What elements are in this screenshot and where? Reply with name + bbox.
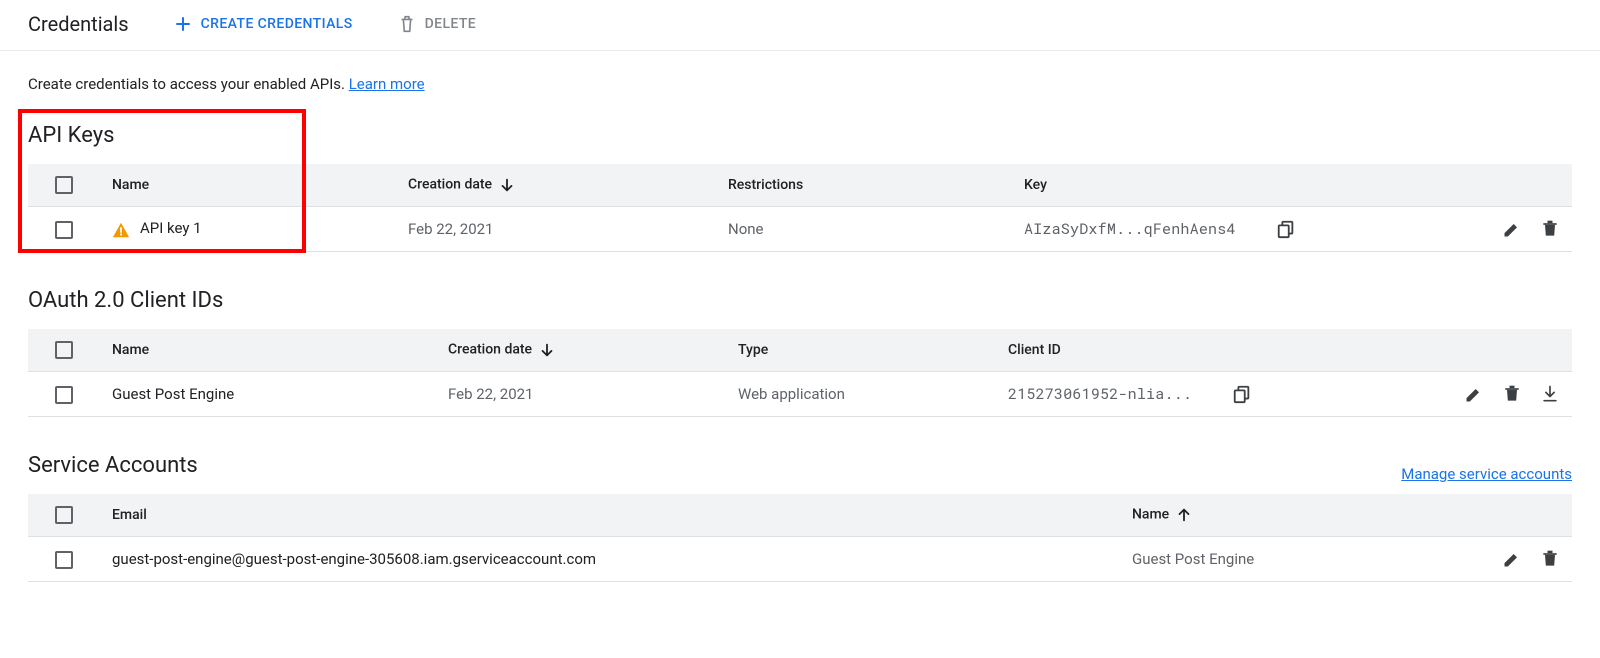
col-type[interactable]: Type bbox=[726, 329, 996, 372]
select-all-header bbox=[28, 164, 100, 207]
manage-service-accounts-link[interactable]: Manage service accounts bbox=[1401, 465, 1572, 483]
col-creation[interactable]: Creation date bbox=[396, 164, 716, 207]
intro-text: Create credentials to access your enable… bbox=[28, 75, 1572, 93]
service-account-email-cell[interactable]: guest-post-engine@guest-post-engine-3056… bbox=[100, 537, 1120, 582]
table-row: API key 1 Feb 22, 2021 None AIzaSyDxfM..… bbox=[28, 207, 1572, 252]
copy-icon[interactable] bbox=[1232, 384, 1252, 404]
trash-icon[interactable] bbox=[1540, 219, 1560, 239]
service-accounts-heading: Service Accounts bbox=[28, 453, 198, 478]
api-keys-section: API Keys Name Creation date Restrictions… bbox=[28, 123, 1572, 252]
row-checkbox[interactable] bbox=[55, 221, 73, 239]
col-creation[interactable]: Creation date bbox=[436, 329, 726, 372]
select-all-checkbox[interactable] bbox=[55, 341, 73, 359]
creation-cell: Feb 22, 2021 bbox=[396, 207, 716, 252]
content-area: Create credentials to access your enable… bbox=[0, 51, 1600, 658]
key-cell: AIzaSyDxfM...qFenhAens4 bbox=[1012, 207, 1332, 252]
page-title: Credentials bbox=[28, 12, 129, 36]
service-accounts-table: Email Name guest-post-engine@guest-post-… bbox=[28, 494, 1572, 582]
download-icon[interactable] bbox=[1540, 384, 1560, 404]
oauth-name-cell[interactable]: Guest Post Engine bbox=[100, 372, 436, 417]
trash-icon[interactable] bbox=[1502, 384, 1522, 404]
table-header-row: Email Name bbox=[28, 494, 1572, 537]
type-cell: Web application bbox=[726, 372, 996, 417]
api-keys-table: Name Creation date Restrictions Key API … bbox=[28, 164, 1572, 252]
delete-label: DELETE bbox=[425, 16, 477, 32]
table-header-row: Name Creation date Type Client ID bbox=[28, 329, 1572, 372]
create-credentials-button[interactable]: CREATE CREDENTIALS bbox=[173, 14, 353, 34]
col-key[interactable]: Key bbox=[1012, 164, 1332, 207]
api-keys-heading: API Keys bbox=[28, 123, 1572, 148]
learn-more-link[interactable]: Learn more bbox=[349, 75, 425, 93]
api-key-name-cell[interactable]: API key 1 bbox=[100, 207, 396, 252]
trash-icon bbox=[397, 14, 417, 34]
arrow-down-icon bbox=[538, 341, 556, 359]
table-row: Guest Post Engine Feb 22, 2021 Web appli… bbox=[28, 372, 1572, 417]
col-client-id[interactable]: Client ID bbox=[996, 329, 1296, 372]
edit-icon[interactable] bbox=[1502, 549, 1522, 569]
edit-icon[interactable] bbox=[1502, 219, 1522, 239]
row-checkbox[interactable] bbox=[55, 386, 73, 404]
col-name[interactable]: Name bbox=[1120, 494, 1420, 537]
select-all-checkbox[interactable] bbox=[55, 176, 73, 194]
table-row: guest-post-engine@guest-post-engine-3056… bbox=[28, 537, 1572, 582]
plus-icon bbox=[173, 14, 193, 34]
select-all-checkbox[interactable] bbox=[55, 506, 73, 524]
oauth-heading: OAuth 2.0 Client IDs bbox=[28, 288, 1572, 313]
service-accounts-section: Service Accounts Manage service accounts… bbox=[28, 453, 1572, 582]
top-toolbar: Credentials CREATE CREDENTIALS DELETE bbox=[0, 0, 1600, 51]
col-email[interactable]: Email bbox=[100, 494, 1120, 537]
creation-cell: Feb 22, 2021 bbox=[436, 372, 726, 417]
warning-icon bbox=[112, 221, 130, 239]
edit-icon[interactable] bbox=[1464, 384, 1484, 404]
copy-icon[interactable] bbox=[1276, 219, 1296, 239]
col-name[interactable]: Name bbox=[100, 329, 436, 372]
trash-icon[interactable] bbox=[1540, 549, 1560, 569]
col-name[interactable]: Name bbox=[100, 164, 396, 207]
oauth-table: Name Creation date Type Client ID Guest … bbox=[28, 329, 1572, 417]
col-restrictions[interactable]: Restrictions bbox=[716, 164, 1012, 207]
arrow-down-icon bbox=[498, 176, 516, 194]
arrow-up-icon bbox=[1175, 506, 1193, 524]
restrictions-cell: None bbox=[716, 207, 1012, 252]
table-header-row: Name Creation date Restrictions Key bbox=[28, 164, 1572, 207]
top-actions: CREATE CREDENTIALS DELETE bbox=[173, 14, 477, 34]
delete-button[interactable]: DELETE bbox=[397, 14, 477, 34]
create-credentials-label: CREATE CREDENTIALS bbox=[201, 16, 353, 32]
client-id-cell: 215273061952-nlia... bbox=[996, 372, 1296, 417]
oauth-section: OAuth 2.0 Client IDs Name Creation date … bbox=[28, 288, 1572, 417]
row-checkbox[interactable] bbox=[55, 551, 73, 569]
service-account-name-cell: Guest Post Engine bbox=[1120, 537, 1420, 582]
